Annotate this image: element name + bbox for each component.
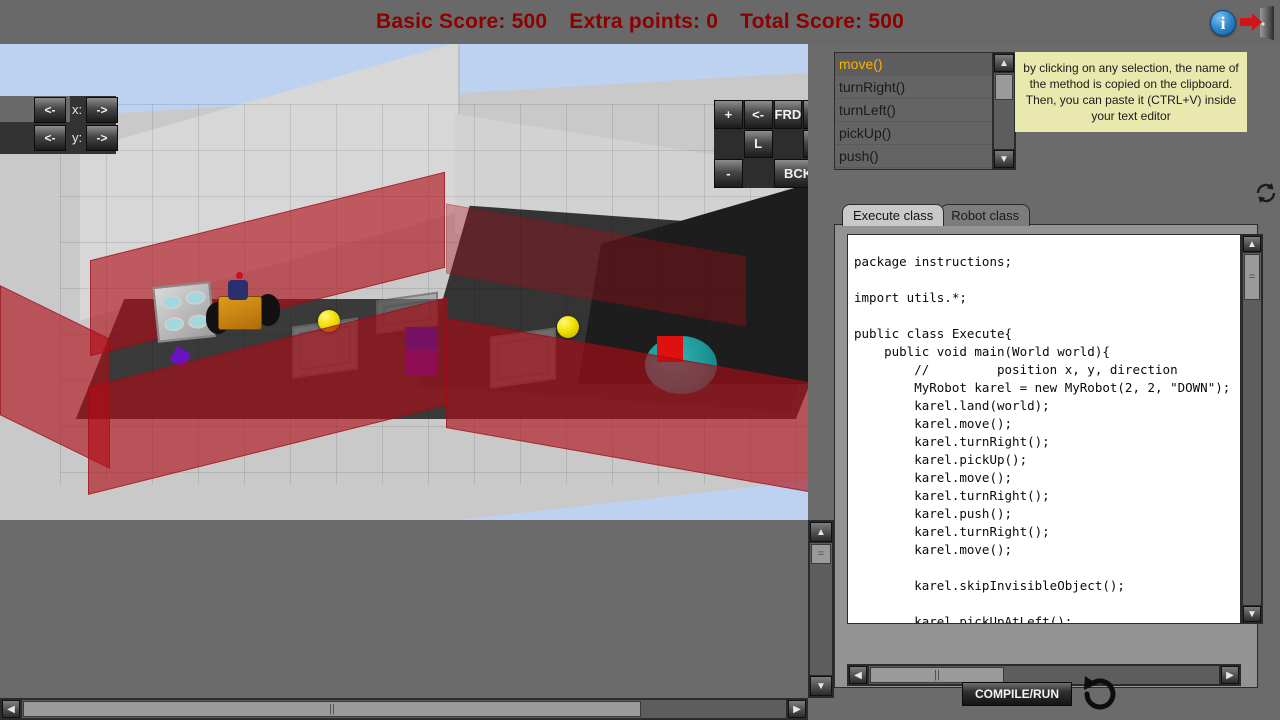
method-list[interactable]: move() turnRight() turnLeft() pickUp() p… <box>834 52 1012 170</box>
y-increase-button[interactable]: -> <box>86 125 118 151</box>
code-editor[interactable]: package instructions; import utils.*; pu… <box>847 234 1241 624</box>
exit-door-icon[interactable] <box>1240 6 1276 40</box>
pan-left-button[interactable]: <- <box>743 100 773 129</box>
viewport-scroll-down-button[interactable]: ▼ <box>810 676 832 696</box>
forward-button[interactable]: FRD <box>773 100 803 129</box>
viewport-vscroll-thumb[interactable]: = <box>811 544 831 564</box>
viewport-scroll-up-button[interactable]: ▲ <box>810 522 832 542</box>
backward-button[interactable]: BCKD <box>773 159 808 188</box>
viewport-scroll-left-button[interactable]: ◀ <box>2 700 20 718</box>
reset-arrow-icon[interactable] <box>1078 672 1120 716</box>
x-control-row: x: <- -> <box>0 96 118 124</box>
code-vscroll-thumb[interactable]: = <box>1244 254 1260 300</box>
tab-robot-class[interactable]: Robot class <box>940 204 1031 226</box>
code-vscroll-track[interactable] <box>1243 253 1261 605</box>
method-item-turn-right[interactable]: turnRight() <box>835 76 1011 99</box>
method-scroll-up-button[interactable]: ▲ <box>994 54 1014 72</box>
scene-beeper-right <box>557 316 579 338</box>
method-item-push[interactable]: push() <box>835 145 1011 168</box>
rotate-left-button[interactable]: L <box>743 129 773 159</box>
y-decrease-button[interactable]: <- <box>34 125 66 151</box>
code-scroll-left-button[interactable]: ◀ <box>849 666 867 684</box>
refresh-icon[interactable] <box>1254 180 1278 206</box>
method-item-pick-up[interactable]: pickUp() <box>835 122 1011 145</box>
camera-navigation-pad: + <- FRD -> L R - BCKD <box>714 100 808 188</box>
pan-right-button[interactable]: -> <box>803 100 808 129</box>
score-bar: Basic Score: 500 Extra points: 0 Total S… <box>0 0 1280 44</box>
application-window: Basic Score: 500 Extra points: 0 Total S… <box>0 0 1280 720</box>
viewport-scroll-right-button[interactable]: ▶ <box>788 700 806 718</box>
viewport-horizontal-scrollbar[interactable]: ◀ || ▶ <box>0 698 808 720</box>
total-score: Total Score: 500 <box>740 10 905 33</box>
method-item-turn-left[interactable]: turnLeft() <box>835 99 1011 122</box>
extra-points: Extra points: 0 <box>569 10 719 33</box>
3d-scene-viewport[interactable]: x: <- -> y: <- -> + <- FRD -> L R - BCKD <box>0 44 808 520</box>
navpad-spacer-b <box>774 130 803 159</box>
code-text[interactable]: package instructions; import utils.*; pu… <box>854 253 1234 624</box>
info-glyph: i <box>1220 13 1226 33</box>
zoom-in-button[interactable]: + <box>714 100 743 129</box>
tab-execute-class[interactable]: Execute class <box>842 204 945 226</box>
code-scroll-right-button[interactable]: ▶ <box>1221 666 1239 684</box>
code-scroll-up-button[interactable]: ▲ <box>1243 236 1261 252</box>
viewport-hscroll-thumb[interactable]: || <box>23 701 641 717</box>
x-increase-button[interactable]: -> <box>86 97 118 123</box>
info-icon[interactable]: i <box>1210 10 1236 36</box>
compile-run-button[interactable]: COMPILE/RUN <box>962 682 1072 706</box>
navpad-spacer-c <box>744 159 773 188</box>
method-scroll-down-button[interactable]: ▼ <box>994 150 1014 168</box>
method-list-scrollbar[interactable]: ▲ ▼ <box>992 52 1016 170</box>
basic-score: Basic Score: 500 <box>375 10 548 33</box>
rotate-right-button[interactable]: R <box>803 129 808 159</box>
zoom-out-button[interactable]: - <box>714 159 743 188</box>
robot-antenna <box>236 272 243 279</box>
viewport-vertical-scrollbar[interactable]: ▲ = ▼ <box>808 520 834 698</box>
right-panel: move() turnRight() turnLeft() pickUp() p… <box>834 44 1280 720</box>
method-item-move[interactable]: move() <box>835 53 1011 76</box>
navpad-spacer-a <box>714 130 743 159</box>
code-vertical-scrollbar[interactable]: ▲ = ▼ <box>1241 234 1263 624</box>
xy-control-panel: x: <- -> y: <- -> <box>0 96 118 154</box>
robot-head <box>228 280 248 300</box>
code-scroll-down-button[interactable]: ▼ <box>1243 606 1261 622</box>
code-hscroll-thumb[interactable]: || <box>870 667 1004 683</box>
clipboard-hint-tooltip: by clicking on any selection, the name o… <box>1015 52 1247 132</box>
method-scroll-thumb[interactable] <box>995 74 1013 100</box>
y-control-row: y: <- -> <box>0 124 118 152</box>
x-decrease-button[interactable]: <- <box>34 97 66 123</box>
score-line: Basic Score: 500 Extra points: 0 Total S… <box>0 0 1280 44</box>
robot-body <box>218 296 262 330</box>
editor-tabs: Execute class Robot class <box>842 202 1031 226</box>
